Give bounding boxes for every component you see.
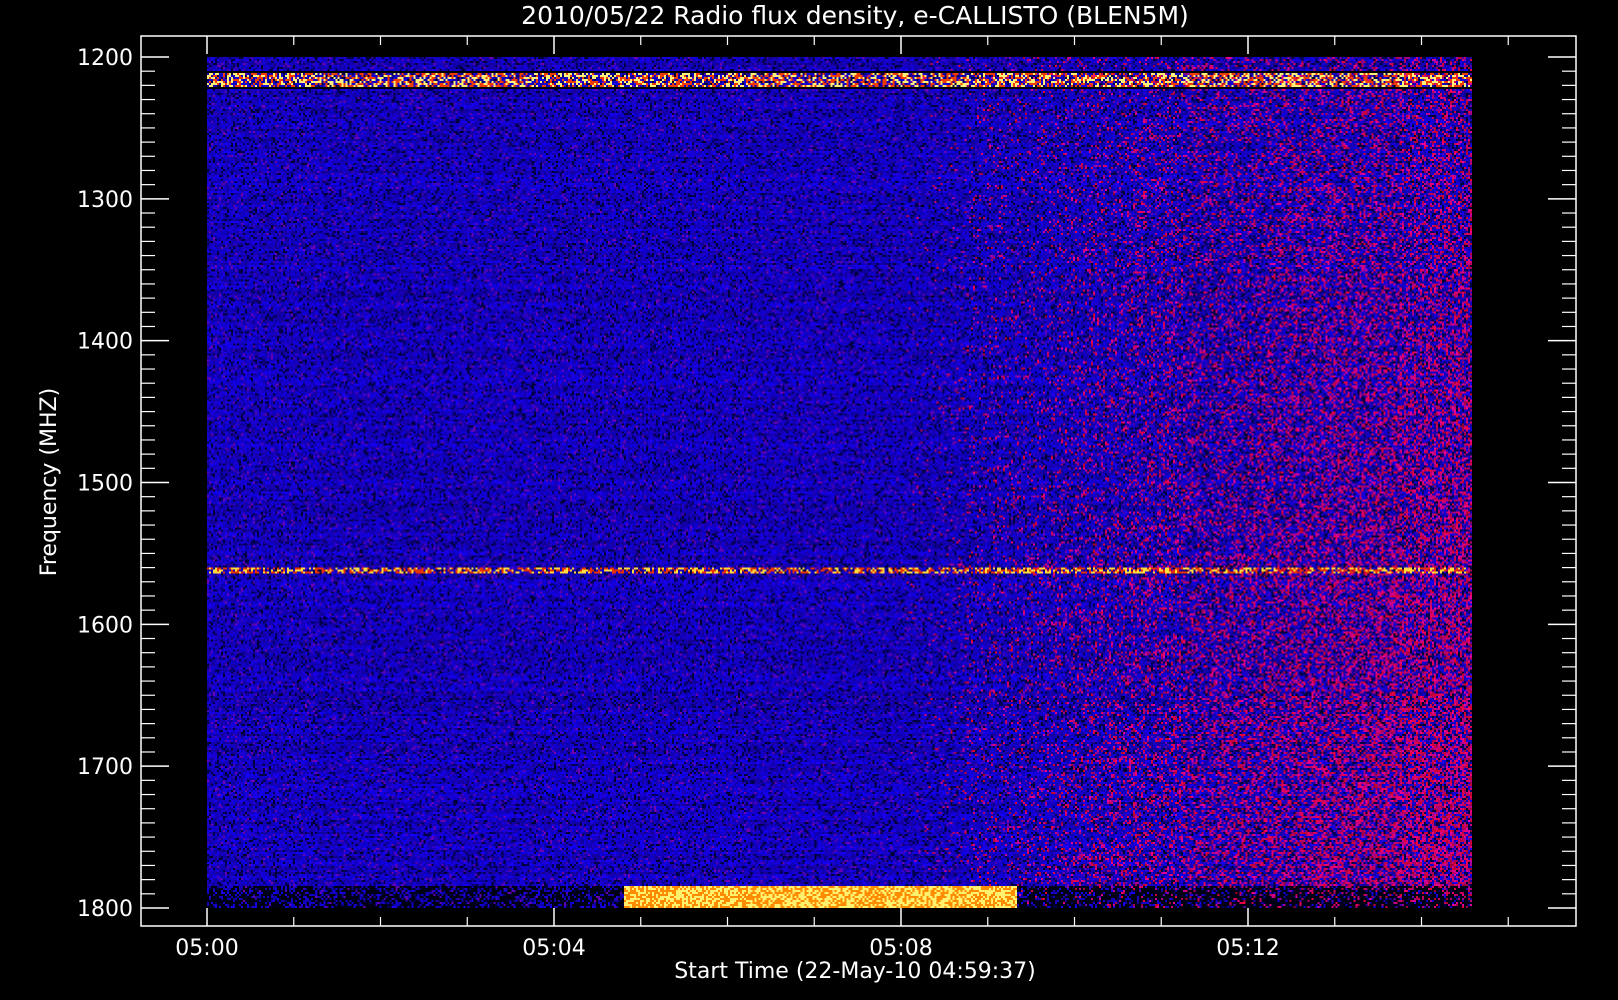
x-tick-label: 05:04 bbox=[522, 936, 585, 961]
y-tick-label: 1300 bbox=[77, 188, 133, 213]
y-tick-label: 1600 bbox=[77, 613, 133, 638]
y-tick-label: 1800 bbox=[77, 897, 133, 922]
chart-title: 2010/05/22 Radio flux density, e-CALLIST… bbox=[521, 1, 1189, 30]
x-axis-label: Start Time (22-May-10 04:59:37) bbox=[674, 959, 1036, 984]
spectrogram-image bbox=[207, 57, 1510, 908]
y-tick-label: 1400 bbox=[77, 330, 133, 355]
y-tick-label: 1200 bbox=[77, 46, 133, 71]
x-tick-label: 05:12 bbox=[1216, 936, 1279, 961]
y-tick-label: 1500 bbox=[77, 472, 133, 497]
x-tick-label: 05:08 bbox=[869, 936, 932, 961]
y-tick-label: 1700 bbox=[77, 755, 133, 780]
y-axis-label: Frequency (MHZ) bbox=[37, 388, 62, 576]
x-tick-label: 05:00 bbox=[175, 936, 238, 961]
